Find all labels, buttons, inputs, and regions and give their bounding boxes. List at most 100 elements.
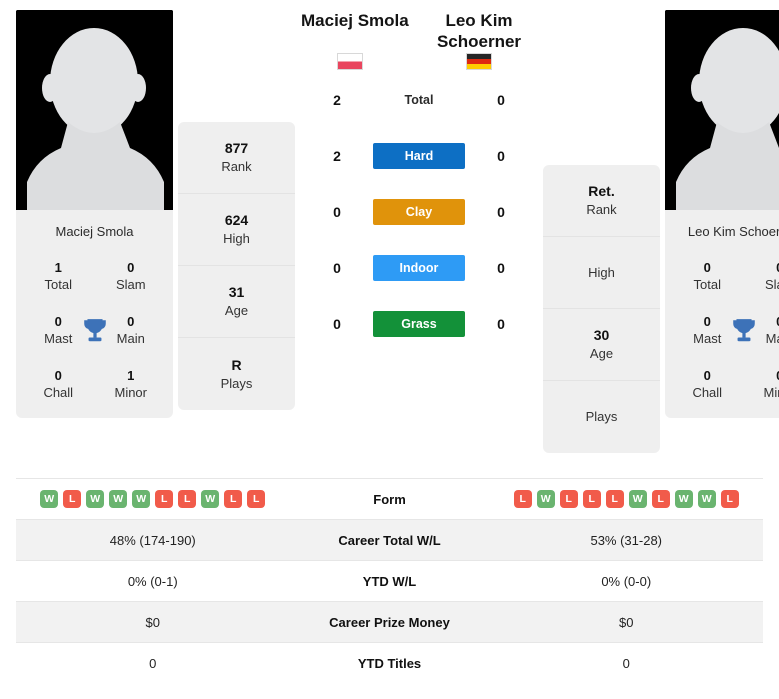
right-titles-total: 0 Total [671, 260, 744, 294]
h2h-indoor-right-score: 0 [497, 259, 505, 276]
left-ytd-wl: 0% (0-1) [127, 573, 178, 589]
h2h-hard-right-score: 0 [497, 147, 505, 164]
right-titles-minor-value: 0 [744, 368, 779, 385]
left-stat-rank-label: Rank [221, 159, 252, 175]
left-titles-total: 1 Total [22, 260, 95, 294]
table-row-career-total-wl: 48% (174-190) Career Total W/L 53% (31-2… [16, 519, 763, 560]
right-stat-plays: Plays [543, 381, 660, 453]
right-titles-chall: 0 Chall [671, 368, 744, 402]
row-label-ytd-wl: YTD W/L [362, 573, 417, 589]
player-names-row: Maciej Smola Leo Kim Schoerner [299, 10, 539, 53]
right-stat-high: High [543, 237, 660, 309]
right-player-avatar [665, 10, 779, 210]
left-titles-chall-label: Chall [43, 384, 74, 400]
comparison-header: Maciej Smola 1 Total 0 Slam 0 Mast 0 Mai… [0, 0, 779, 478]
right-titles-chall-value: 0 [703, 367, 711, 383]
h2h-indoor-label[interactable]: Indoor [373, 254, 465, 281]
left-player-stats-card: 877 Rank 624 High 31 Age R Plays [178, 122, 295, 410]
form-badge-loss: L [559, 490, 578, 508]
form-badge-win: W [628, 490, 647, 508]
left-titles-slam-label: Slam [115, 277, 146, 293]
h2h-clay-right-score: 0 [497, 203, 505, 220]
left-career-prize-money: $0 [145, 614, 160, 630]
poland-flag-icon [337, 52, 363, 70]
form-badge-win: W [40, 490, 59, 508]
comparison-stats-table: WLWWWLLWLL Form LWLLLWLWWL 48% (174-190)… [0, 478, 779, 683]
table-row-form: WLWWWLLWLL Form LWLLLWLWWL [16, 478, 763, 519]
right-ytd-wl: 0% (0-0) [601, 573, 652, 589]
right-stat-high-label: High [588, 264, 615, 280]
left-player-avatar [16, 10, 173, 210]
left-stat-plays-label: Plays [220, 375, 253, 391]
row-label-career-prize-money: Career Prize Money [329, 614, 450, 630]
h2h-total-right-score: 0 [497, 91, 505, 108]
h2h-grass-right-score: 0 [497, 315, 505, 332]
form-badge-loss: L [63, 490, 82, 508]
trophy-icon [83, 319, 106, 342]
form-badge-win: W [201, 490, 220, 508]
left-titles-chall-value: 0 [54, 367, 62, 383]
right-titles-slam-value: 0 [744, 260, 779, 277]
form-badge-loss: L [582, 490, 601, 508]
left-titles-total-label: Total [44, 277, 72, 293]
h2h-hard-label[interactable]: Hard [373, 142, 465, 169]
row-label-ytd-titles: YTD Titles [357, 655, 422, 671]
right-titles-minor: 0 Minor [744, 368, 779, 402]
right-career-prize-money: $0 [619, 614, 634, 630]
form-badge-win: W [86, 490, 105, 508]
row-label-career-total-wl: Career Total W/L [338, 532, 441, 548]
right-titles-total-label: Total [693, 277, 721, 293]
left-ytd-titles: 0 [149, 655, 157, 671]
form-badge-loss: L [224, 490, 243, 508]
right-stat-plays-label: Plays [585, 409, 618, 425]
left-stat-rank: 877 Rank [178, 122, 295, 194]
left-stat-high-value: 624 [224, 212, 249, 229]
left-player-titles-grid: 1 Total 0 Slam 0 Mast 0 Main 0 Chall 1 M… [22, 260, 167, 401]
left-titles-slam-value: 0 [127, 260, 135, 276]
h2h-clay-label[interactable]: Clay [373, 198, 465, 225]
left-player-name[interactable]: Maciej Smola [299, 10, 419, 31]
form-badge-loss: L [651, 490, 670, 508]
right-player-column: Leo Kim Schoerner 0 Total 0 [665, 10, 779, 418]
form-badge-loss: L [605, 490, 624, 508]
trophy-icon [732, 319, 755, 342]
left-stat-high: 624 High [178, 194, 295, 266]
left-stat-age-value: 31 [228, 284, 245, 301]
right-titles-minor-label: Minor [763, 384, 779, 400]
h2h-total-label: Total [404, 92, 434, 107]
right-stat-rank-label: Rank [586, 202, 617, 218]
left-player-card-name: Maciej Smola [55, 224, 134, 239]
h2h-row-hard: 2 Hard 0 [324, 128, 514, 184]
left-player-column: Maciej Smola 1 Total 0 Slam 0 Mast 0 Mai… [16, 10, 173, 418]
left-player-form-badges: WLWWWLLWLL [40, 490, 266, 508]
right-player-info-card: Leo Kim Schoerner 0 Total 0 [665, 210, 779, 418]
right-player-card-name: Leo Kim Schoerner [687, 224, 779, 239]
form-badge-loss: L [513, 490, 532, 508]
h2h-clay-left-score: 0 [333, 203, 341, 220]
form-badge-win: W [674, 490, 693, 508]
h2h-indoor-left-score: 0 [333, 259, 341, 276]
h2h-grass-label[interactable]: Grass [373, 310, 465, 337]
right-titles-slam: 0 Slam [744, 260, 779, 294]
table-row-ytd-wl: 0% (0-1) YTD W/L 0% (0-0) [16, 560, 763, 601]
right-titles-chall-label: Chall [692, 384, 723, 400]
right-stat-age-label: Age [589, 346, 614, 362]
left-titles-minor-value: 1 [127, 367, 135, 383]
left-titles-minor: 1 Minor [95, 368, 168, 402]
right-stat-age-value: 30 [593, 327, 610, 344]
left-stat-age-label: Age [224, 303, 249, 319]
form-badge-win: W [132, 490, 151, 508]
left-player-stats-column: 877 Rank 624 High 31 Age R Plays [178, 122, 295, 410]
right-player-name[interactable]: Leo Kim Schoerner [419, 10, 539, 53]
head-to-head-section: Maciej Smola Leo Kim Schoerner 2 Total 0… [295, 10, 543, 352]
h2h-total-left-score: 2 [333, 91, 341, 108]
h2h-row-grass: 0 Grass 0 [324, 296, 514, 352]
right-player-stats-column: Ret. Rank High 30 Age Plays [543, 165, 660, 453]
right-stat-rank-value: Ret. [588, 183, 615, 200]
left-stat-plays-value: R [231, 356, 242, 373]
left-stat-rank-value: 877 [224, 140, 249, 157]
h2h-row-total: 2 Total 0 [324, 72, 514, 128]
left-stat-high-label: High [223, 231, 250, 247]
right-titles-slam-label: Slam [764, 277, 779, 293]
form-badge-loss: L [178, 490, 197, 508]
